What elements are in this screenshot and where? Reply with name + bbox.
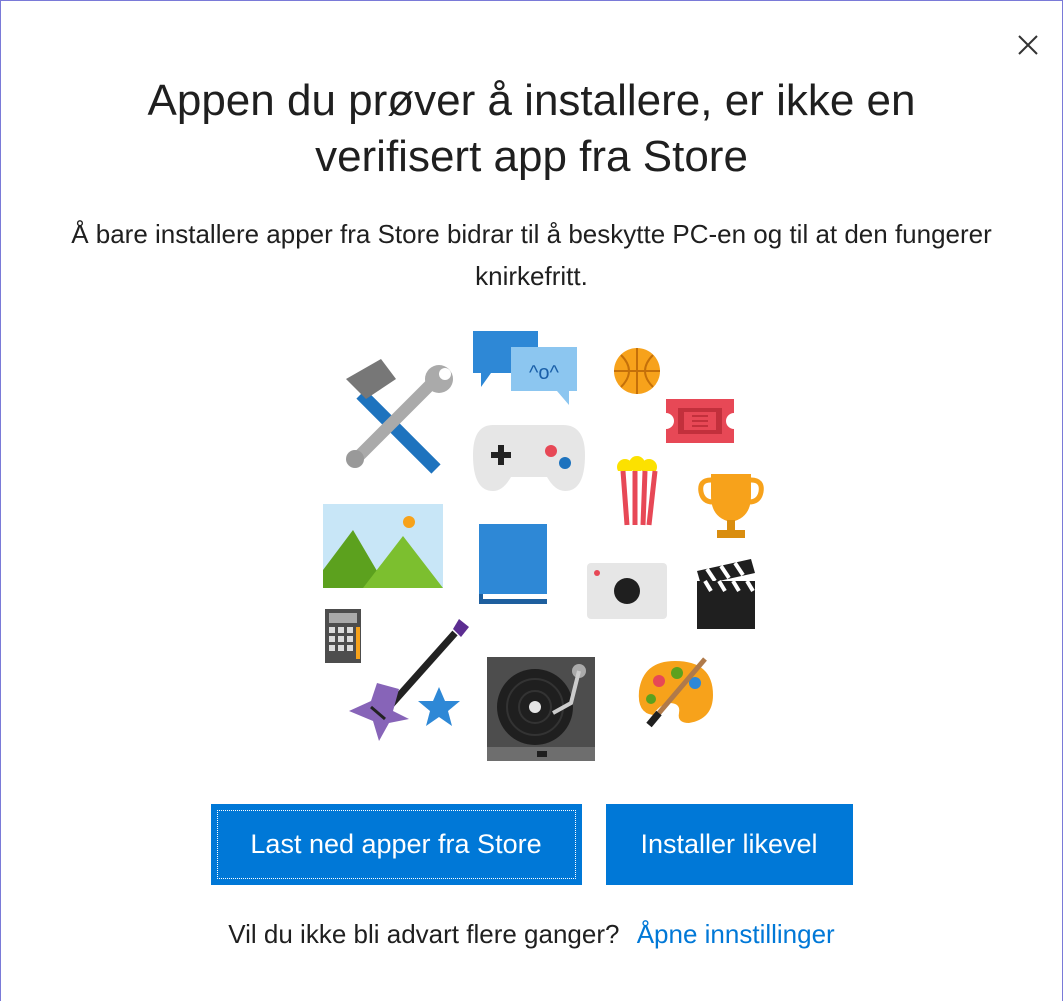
popcorn-icon: [617, 456, 658, 526]
star-icon: [418, 687, 460, 726]
close-button[interactable]: [1012, 29, 1044, 61]
dialog: Appen du prøver å installere, er ikke en…: [0, 0, 1063, 1001]
open-settings-link[interactable]: Åpne innstillinger: [637, 919, 835, 949]
install-anyway-label: Installer likevel: [640, 829, 818, 859]
install-anyway-button[interactable]: Installer likevel: [605, 804, 853, 885]
palette-icon: [638, 657, 713, 728]
footer-question: Vil du ikke bli advart flere ganger?: [228, 919, 620, 949]
clapperboard-icon: [697, 559, 755, 629]
chat-emoticon: ^o^: [529, 362, 560, 384]
focus-ring: [216, 810, 576, 879]
store-illustration: ^o^: [323, 331, 764, 761]
gamepad-icon: [473, 425, 585, 491]
dialog-title: Appen du prøver å installere, er ikke en…: [147, 76, 916, 181]
camera-icon: [587, 563, 667, 619]
book-icon: [479, 524, 547, 604]
ticket-icon: [666, 399, 734, 443]
dialog-description: Å bare installere apper fra Store bidrar…: [71, 219, 992, 291]
trophy-icon: [698, 474, 764, 538]
button-row: Last ned apper fra Store Installer likev…: [1, 804, 1062, 885]
turntable-icon: [487, 657, 595, 761]
calculator-icon: [325, 609, 361, 663]
chat-icon: ^o^: [473, 331, 577, 405]
download-from-store-button[interactable]: Last ned apper fra Store: [210, 804, 582, 885]
close-icon: [1018, 35, 1038, 55]
basketball-icon: [614, 348, 660, 394]
photo-icon: [323, 504, 443, 588]
footer: Vil du ikke bli advart flere ganger? Åpn…: [1, 919, 1062, 950]
tools-icon: [346, 359, 453, 474]
